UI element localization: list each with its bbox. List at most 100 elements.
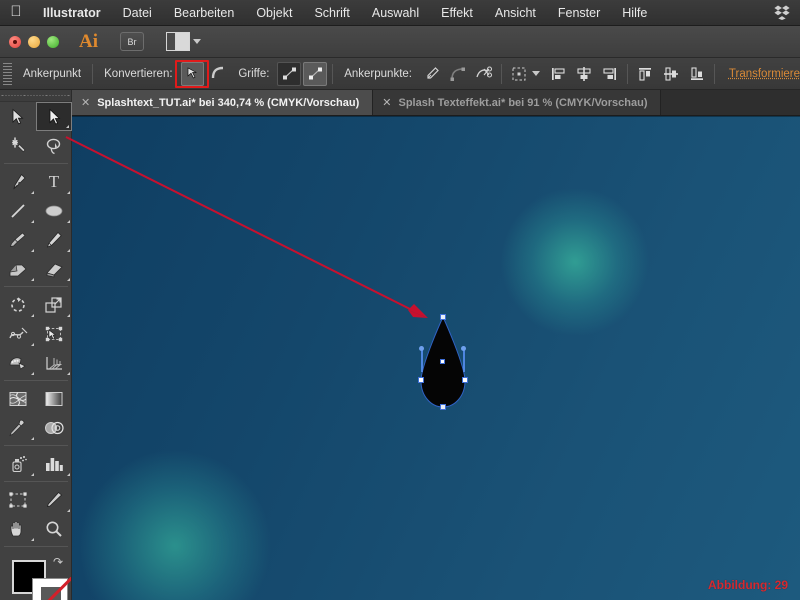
close-tab-icon[interactable]: ✕ — [382, 96, 391, 109]
document-canvas[interactable]: Abbildung: 29 — [72, 116, 800, 600]
arrange-documents-icon — [166, 32, 190, 51]
menu-item-objekt[interactable]: Objekt — [245, 0, 303, 26]
swap-fill-stroke-icon[interactable]: ↷ — [53, 556, 66, 569]
zoom-tool-button[interactable] — [36, 514, 72, 543]
anchors-label: Ankerpunkte: — [344, 67, 412, 80]
menu-item-auswahl[interactable]: Auswahl — [361, 0, 430, 26]
apple-icon[interactable]:  — [0, 4, 32, 21]
toolbox-divider — [4, 163, 68, 164]
symbol-sprayer-tool-button[interactable] — [0, 449, 36, 478]
lasso-tool-button[interactable] — [36, 131, 72, 160]
tools-grid: T — [0, 102, 72, 550]
chevron-down-icon[interactable] — [531, 71, 540, 76]
menu-item-effekt[interactable]: Effekt — [430, 0, 484, 26]
perspective-grid-tool-button[interactable] — [36, 348, 72, 377]
close-window-button[interactable] — [9, 35, 21, 48]
isolate-selected-icon — [512, 67, 526, 80]
column-graph-tool-button[interactable] — [36, 449, 72, 478]
tool-flyout-indicator — [31, 278, 34, 281]
panel-grip-icon[interactable] — [3, 62, 12, 85]
anchor-point-bottom[interactable] — [440, 404, 446, 410]
toolbox-divider — [4, 546, 68, 547]
width-tool-button[interactable] — [0, 319, 36, 348]
minimize-window-button[interactable] — [28, 35, 40, 48]
close-tab-icon[interactable]: ✕ — [81, 96, 90, 109]
width-tool-icon — [9, 327, 28, 339]
arrange-documents-button[interactable] — [166, 32, 201, 51]
magic-wand-tool-button[interactable] — [0, 131, 36, 160]
bezier-handle-left-dot[interactable] — [419, 346, 424, 351]
document-tab-bar: ✕ Splashtext_TUT.ai* bei 340,74 % (CMYK/… — [72, 90, 800, 116]
bezier-handle-right[interactable] — [463, 348, 465, 372]
eyedropper-tool-button[interactable] — [0, 413, 36, 442]
remove-anchor-button[interactable] — [420, 62, 444, 86]
menu-item-datei[interactable]: Datei — [112, 0, 163, 26]
transform-link[interactable]: Transformiere — [719, 68, 800, 80]
cut-path-button[interactable] — [472, 62, 496, 86]
rotate-tool-button[interactable] — [0, 290, 36, 319]
ellipse-tool-button[interactable] — [36, 196, 72, 225]
bezier-handle-right-dot[interactable] — [461, 346, 466, 351]
menu-item-schrift[interactable]: Schrift — [303, 0, 360, 26]
anchor-point-top[interactable] — [440, 314, 446, 320]
stroke-color-swatch[interactable] — [32, 578, 68, 600]
line-segment-tool-button[interactable] — [0, 196, 36, 225]
eraser-tool-button[interactable] — [36, 254, 72, 283]
control-bar: Ankerpunkt Konvertieren: Griffe: Ankerpu… — [0, 58, 800, 90]
connect-anchors-button[interactable] — [446, 62, 470, 86]
anchor-point-left[interactable] — [418, 377, 424, 383]
convert-to-smooth-button[interactable] — [206, 62, 230, 86]
figure-caption: Abbildung: 29 — [708, 578, 788, 592]
artboard-tool-button[interactable] — [0, 485, 36, 514]
hand-tool-button[interactable] — [0, 514, 36, 543]
align-bottom-button[interactable] — [685, 62, 709, 86]
align-middle-button[interactable] — [659, 62, 683, 86]
align-center-horizontal-button[interactable] — [572, 62, 596, 86]
blend-tool-icon — [45, 421, 64, 434]
zoom-window-button[interactable] — [47, 35, 59, 48]
shape-builder-tool-button[interactable] — [0, 348, 36, 377]
document-tab-splash-texteffekt[interactable]: ✕ Splash Texteffekt.ai* bei 91 % (CMYK/V… — [373, 90, 662, 115]
gradient-tool-button[interactable] — [36, 384, 72, 413]
show-handles-button[interactable] — [277, 61, 302, 86]
zoom-tool-icon — [46, 521, 62, 537]
blob-brush-tool-button[interactable] — [0, 254, 36, 283]
isolate-selected-button[interactable] — [507, 62, 531, 86]
mesh-tool-button[interactable] — [0, 384, 36, 413]
selection-tool-button[interactable] — [0, 102, 36, 131]
cut-path-icon — [476, 65, 492, 78]
droplet-shape[interactable] — [413, 313, 473, 413]
convert-label: Konvertieren: — [104, 67, 173, 80]
dropbox-icon[interactable] — [774, 5, 790, 20]
align-right-button[interactable] — [598, 62, 622, 86]
tool-flyout-indicator — [67, 372, 70, 375]
remove-anchor-icon — [427, 66, 439, 79]
align-left-button[interactable] — [547, 62, 571, 86]
menu-item-ansicht[interactable]: Ansicht — [484, 0, 547, 26]
pen-tool-button[interactable] — [0, 167, 36, 196]
blend-tool-button[interactable] — [36, 413, 72, 442]
convert-to-corner-button[interactable] — [180, 61, 205, 86]
slice-tool-button[interactable] — [36, 485, 72, 514]
bridge-button[interactable]: Br — [120, 32, 144, 51]
align-top-button[interactable] — [633, 62, 657, 86]
toolbox-divider — [4, 481, 68, 482]
scale-tool-button[interactable] — [36, 290, 72, 319]
pencil-tool-button[interactable] — [36, 225, 72, 254]
menu-item-illustrator[interactable]: Illustrator — [32, 0, 112, 26]
bezier-handle-left[interactable] — [421, 348, 423, 372]
menu-item-fenster[interactable]: Fenster — [547, 0, 611, 26]
document-tab-splashtext-tut[interactable]: ✕ Splashtext_TUT.ai* bei 340,74 % (CMYK/… — [72, 90, 374, 115]
hand-tool-icon — [10, 520, 22, 536]
menu-item-hilfe[interactable]: Hilfe — [611, 0, 658, 26]
menu-item-bearbeiten[interactable]: Bearbeiten — [163, 0, 245, 26]
toolbox-drag-handle[interactable] — [0, 90, 71, 102]
paintbrush-tool-button[interactable] — [0, 225, 36, 254]
hide-handles-button[interactable] — [303, 61, 328, 86]
direct-selection-tool-button[interactable] — [36, 102, 72, 131]
anchor-point-right[interactable] — [462, 377, 468, 383]
free-transform-tool-button[interactable] — [36, 319, 72, 348]
none-slash-icon — [31, 577, 71, 600]
type-tool-button[interactable]: T — [36, 167, 72, 196]
menu-bar-tray — [774, 5, 800, 20]
